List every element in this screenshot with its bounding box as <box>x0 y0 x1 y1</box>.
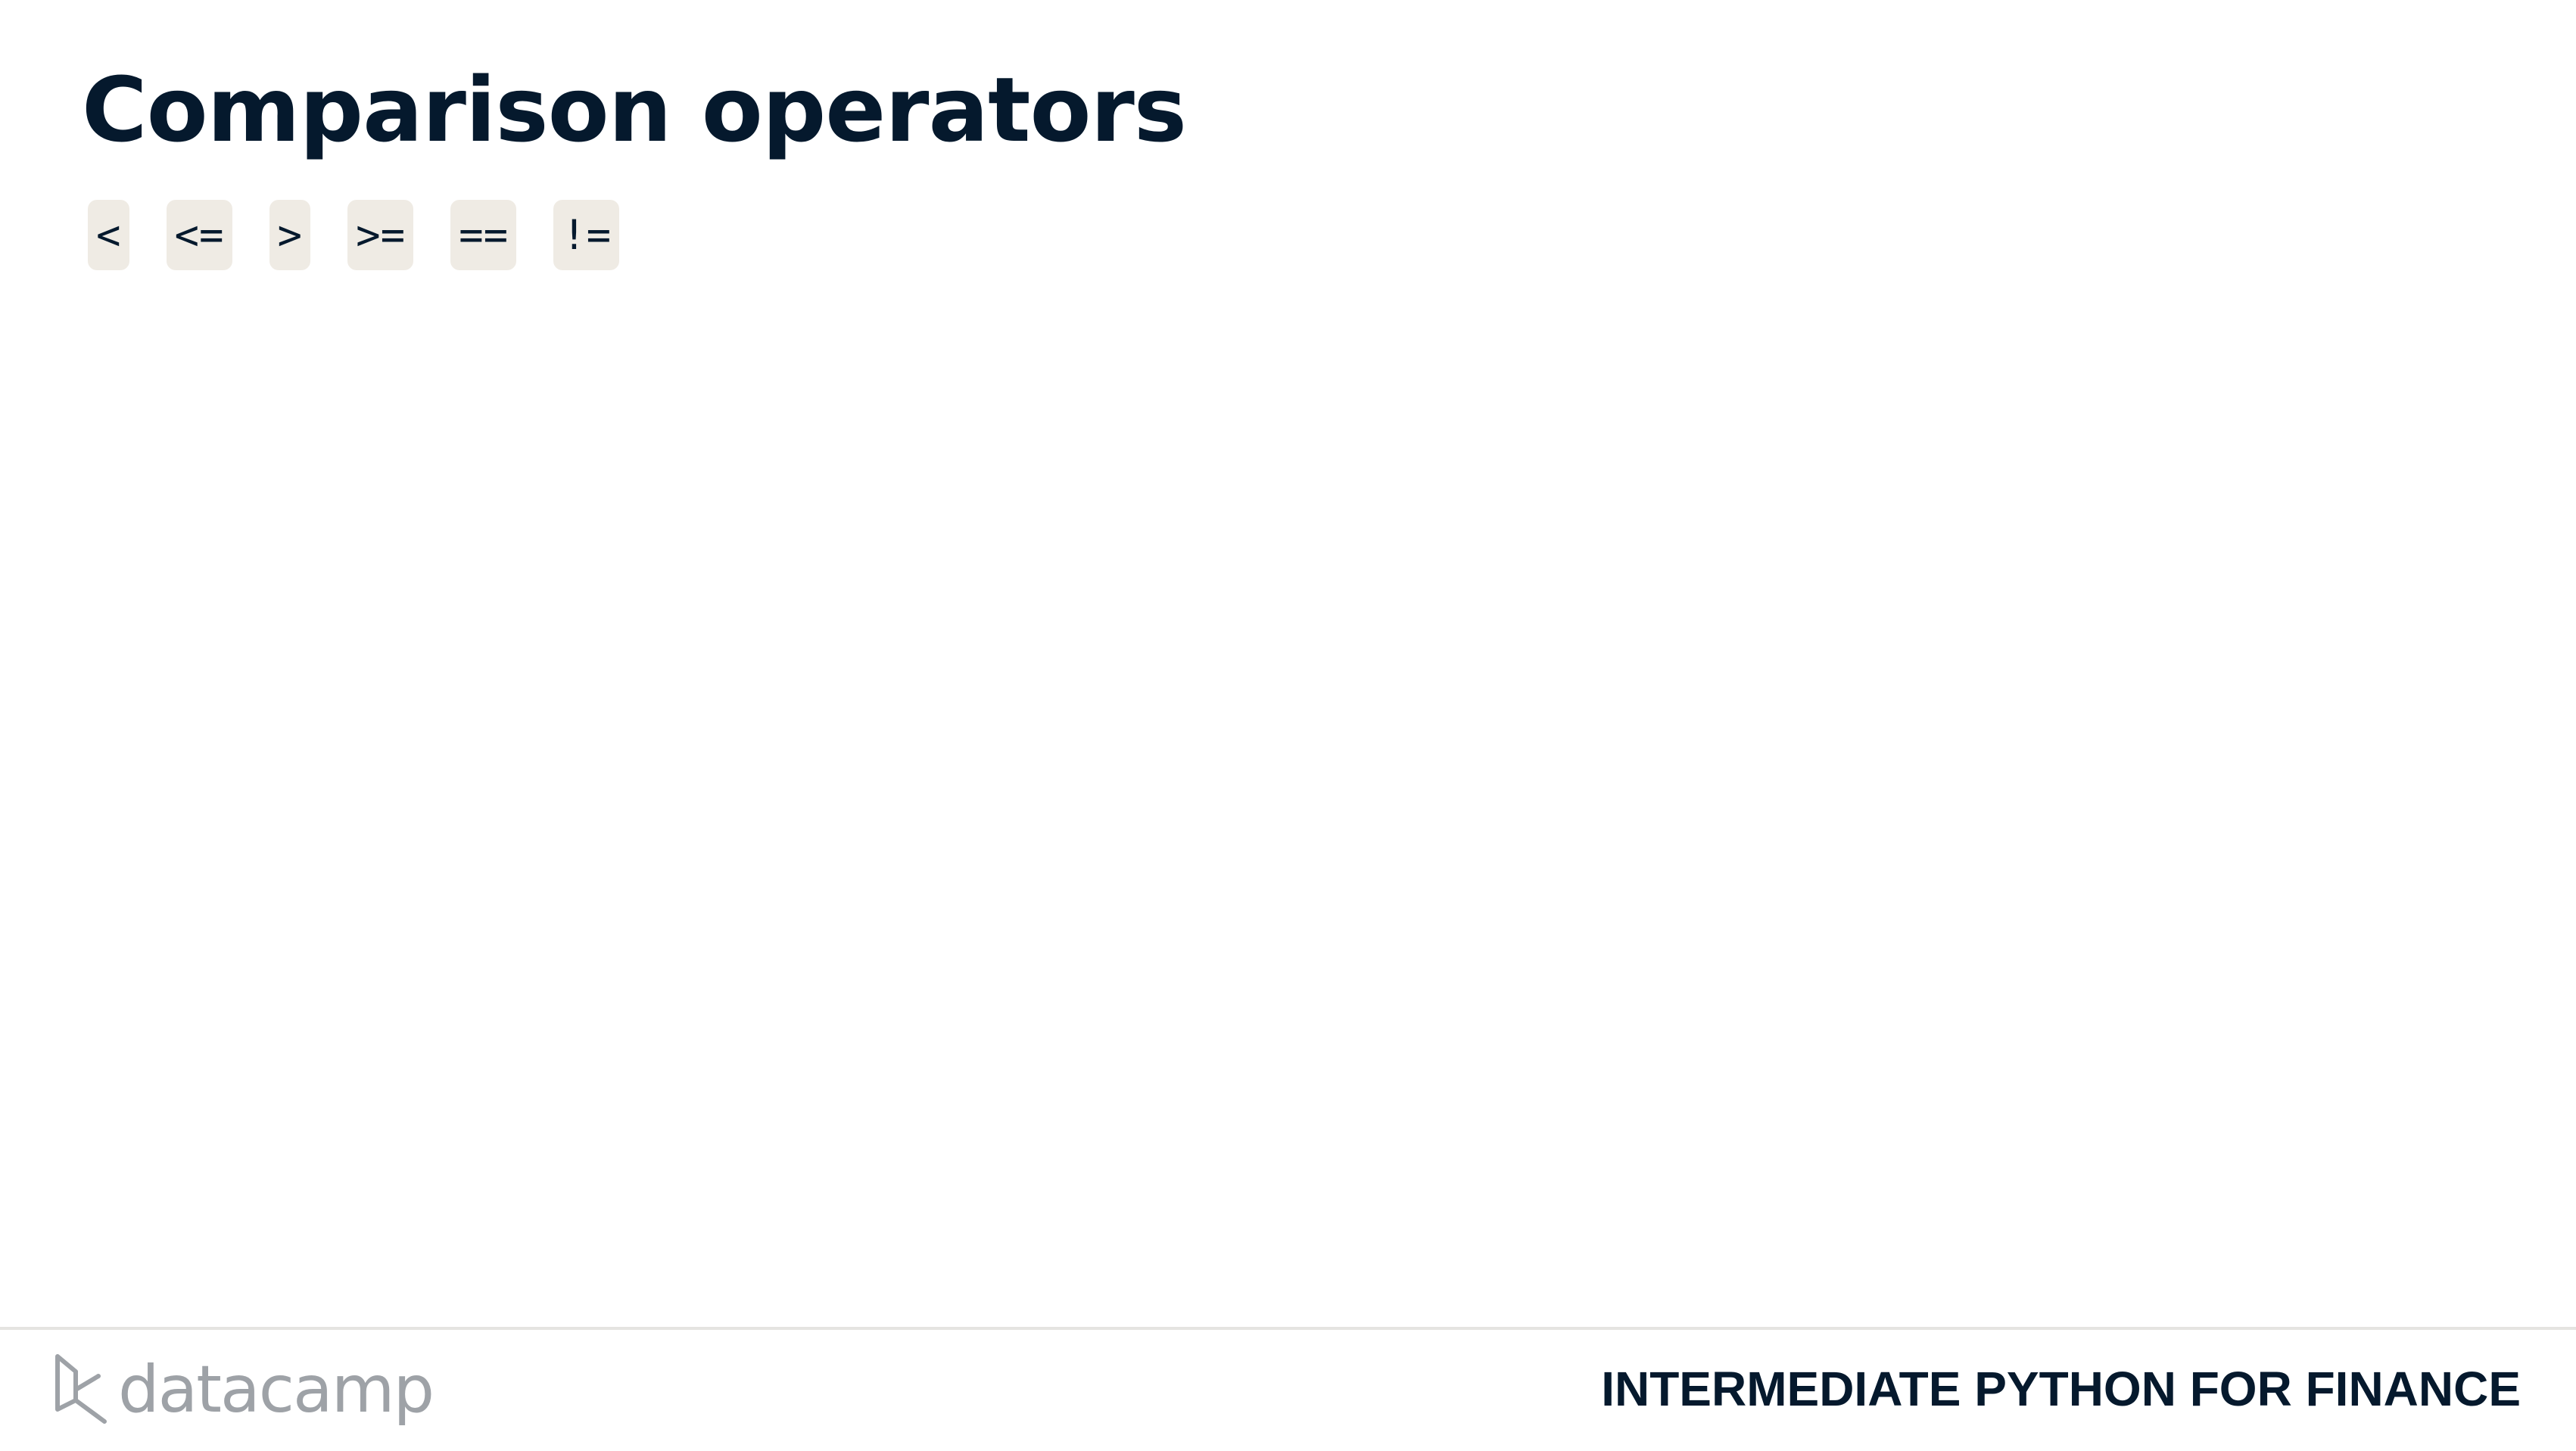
operator-greater-than-or-equal: >= <box>347 200 414 270</box>
datacamp-logo-icon <box>55 1354 107 1424</box>
brand-wordmark: datacamp <box>118 1352 435 1428</box>
operator-not-equal: != <box>553 200 620 270</box>
operator-equal: == <box>450 200 517 270</box>
course-name: INTERMEDIATE PYTHON FOR FINANCE <box>1601 1362 2521 1416</box>
footer-divider <box>0 1327 2576 1330</box>
operator-less-than-or-equal: <= <box>166 200 232 270</box>
slide-title: Comparison operators <box>82 58 1187 162</box>
datacamp-logo: datacamp <box>53 1352 435 1428</box>
operator-list: < <= > >= == != <box>88 200 620 270</box>
operator-less-than: < <box>88 200 129 270</box>
operator-greater-than: > <box>269 200 311 270</box>
